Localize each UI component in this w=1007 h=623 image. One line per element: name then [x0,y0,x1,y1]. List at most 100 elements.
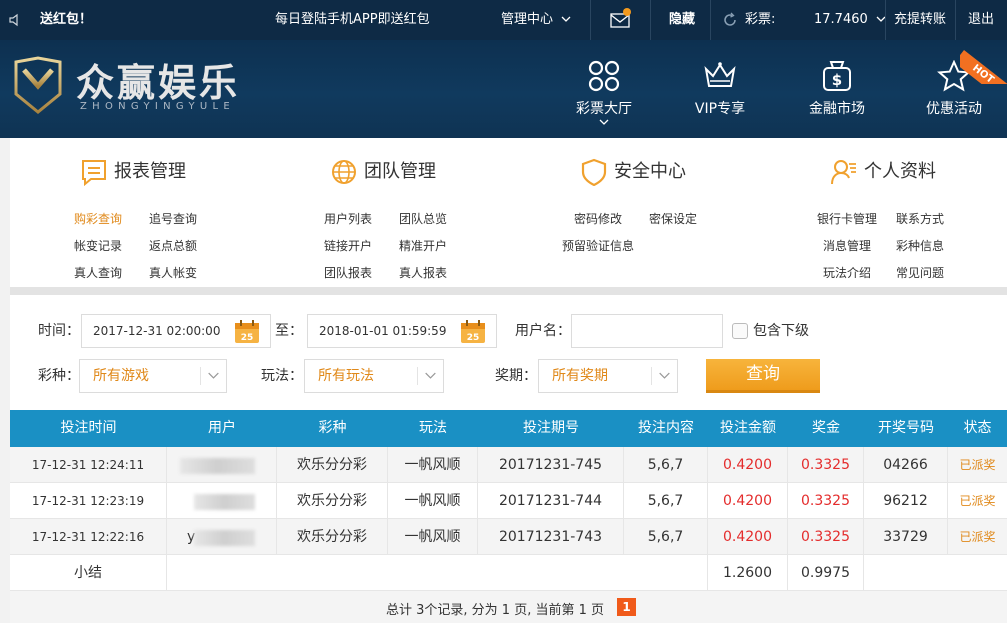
amount-cell: 0.4200 [708,483,788,519]
bet-time-cell: 17-12-31 12:24:11 [10,447,167,483]
link-rules[interactable]: 玩法介绍 [823,265,871,281]
username-input[interactable] [571,314,723,348]
separator [650,0,651,40]
globe-icon [332,160,356,184]
balance-dropdown[interactable]: 17.7460 [814,0,886,40]
link-live-query[interactable]: 真人查询 [74,265,122,281]
logout-link[interactable]: 退出 [968,0,994,40]
link-contact[interactable]: 联系方式 [896,211,944,227]
link-chase-query[interactable]: 追号查询 [149,211,197,227]
draw-numbers-cell: 96212 [864,483,948,519]
column-header[interactable]: 彩种 [277,410,388,447]
column-header[interactable]: 状态 [948,410,1007,447]
draw-numbers-cell: 04266 [864,447,948,483]
column-header[interactable]: 用户 [167,410,277,447]
hide-balance-button[interactable]: 隐藏 [669,0,695,40]
column-header[interactable]: 投注时间 [10,410,167,447]
link-messages[interactable]: 消息管理 [823,238,871,254]
link-verify-info[interactable]: 预留验证信息 [562,238,634,254]
nav-lottery-hall-label: 彩票大厅 [559,98,649,126]
nav-lottery-hall[interactable]: 彩票大厅 [559,60,649,130]
top-bar: 送红包！ 每日登陆手机APP即送红包 管理中心 隐藏 彩票: 17.7460 充… [0,0,1007,40]
chevron-down-icon [200,367,219,385]
prize-cell: 0.3325 [788,519,864,555]
lottery-balance-label: 彩票: [745,12,776,27]
game-select[interactable]: 所有游戏 [79,359,227,393]
link-live-report[interactable]: 真人报表 [399,265,447,281]
balance-value: 17.7460 [814,12,868,27]
link-change-password[interactable]: 密码修改 [574,211,622,227]
redacted-user [180,458,255,474]
issue-cell[interactable]: 20171231-744 [478,483,624,519]
column-header[interactable]: 投注金额 [708,410,788,447]
period-select-value: 所有奖期 [552,368,608,384]
start-time-input[interactable]: 2017-12-31 02:00:00 25 [81,314,271,348]
prize-cell: 0.3325 [788,483,864,519]
end-time-value: 2018-01-01 01:59:59 [319,324,447,338]
logo-text: 众赢娱乐 [76,60,241,105]
subtotal-row: 小结 1.2600 0.9975 [10,555,1007,591]
link-live-account[interactable]: 真人帐变 [149,265,197,281]
column-header[interactable]: 玩法 [388,410,478,447]
issue-cell[interactable]: 20171231-745 [478,447,624,483]
hot-label: HOT [960,50,1007,84]
main-panel: 报表管理 购彩查询 追号查询 帐变记录 返点总额 真人查询 真人帐变 团队管理 … [10,138,1007,623]
query-button[interactable]: 查询 [706,359,820,393]
logo-mark-icon[interactable] [12,56,64,114]
refresh-icon[interactable] [722,12,738,28]
link-faq[interactable]: 常见问题 [896,265,944,281]
link-bank-card[interactable]: 银行卡管理 [817,211,877,227]
start-time-value: 2017-12-31 02:00:00 [93,324,221,338]
link-lottery-info[interactable]: 彩种信息 [896,238,944,254]
svg-text:25: 25 [241,333,254,343]
period-select[interactable]: 所有奖期 [538,359,678,393]
calendar-icon[interactable]: 25 [234,320,260,344]
bet-time-cell: 17-12-31 12:22:16 [10,519,167,555]
column-header[interactable]: 投注内容 [624,410,708,447]
amount-cell: 0.4200 [708,447,788,483]
speaker-icon [9,13,18,27]
link-user-list[interactable]: 用户列表 [324,211,372,227]
nav-vip[interactable]: VIP专享 [675,60,765,130]
play-select-value: 所有玩法 [318,368,374,384]
link-precise-register[interactable]: 精准开户 [399,238,447,254]
time-label: 时间： [38,323,80,339]
link-link-register[interactable]: 链接开户 [324,238,372,254]
include-sub-checkbox[interactable] [732,323,748,339]
current-page-button[interactable]: 1 [617,598,636,616]
money-bag-icon: $ [823,61,851,91]
calendar-icon[interactable]: 25 [460,320,486,344]
play-select[interactable]: 所有玩法 [304,359,444,393]
end-time-input[interactable]: 2018-01-01 01:59:59 25 [307,314,497,348]
separator [885,0,886,40]
column-header[interactable]: 开奖号码 [864,410,948,447]
column-header[interactable]: 奖金 [788,410,864,447]
table-row[interactable]: 17-12-31 12:22:16 y 欢乐分分彩 一帆风顺 20171231-… [10,519,1007,555]
table-row[interactable]: 17-12-31 12:24:11 欢乐分分彩 一帆风顺 20171231-74… [10,447,1007,483]
link-bet-query[interactable]: 购彩查询 [74,211,122,227]
link-account-changes[interactable]: 帐变记录 [74,238,122,254]
game-cell: 欢乐分分彩 [277,483,388,519]
link-rebate-total[interactable]: 返点总额 [149,238,197,254]
user-cell [167,483,277,519]
shield-icon [581,158,607,186]
play-cell: 一帆风顺 [388,519,478,555]
content-cell: 5,6,7 [624,447,708,483]
play-cell: 一帆风顺 [388,483,478,519]
separator [710,0,711,40]
link-security-question[interactable]: 密保设定 [649,211,697,227]
management-center-menu[interactable]: 管理中心 [501,0,571,40]
play-label: 玩法： [261,368,303,384]
svg-text:25: 25 [467,333,480,343]
marquee-text: 送红包！ [40,12,93,27]
chevron-down-icon [417,367,436,385]
deposit-withdraw-link[interactable]: 充提转账 [894,0,946,40]
issue-cell[interactable]: 20171231-743 [478,519,624,555]
to-label: 至： [275,323,303,339]
table-row[interactable]: 17-12-31 12:23:19 欢乐分分彩 一帆风顺 20171231-74… [10,483,1007,519]
nav-finance[interactable]: $ 金融市场 [792,60,882,130]
column-header[interactable]: 投注期号 [478,410,624,447]
link-team-report[interactable]: 团队报表 [324,265,372,281]
link-team-overview[interactable]: 团队总览 [399,211,447,227]
promo-text[interactable]: 每日登陆手机APP即送红包 [275,0,430,40]
